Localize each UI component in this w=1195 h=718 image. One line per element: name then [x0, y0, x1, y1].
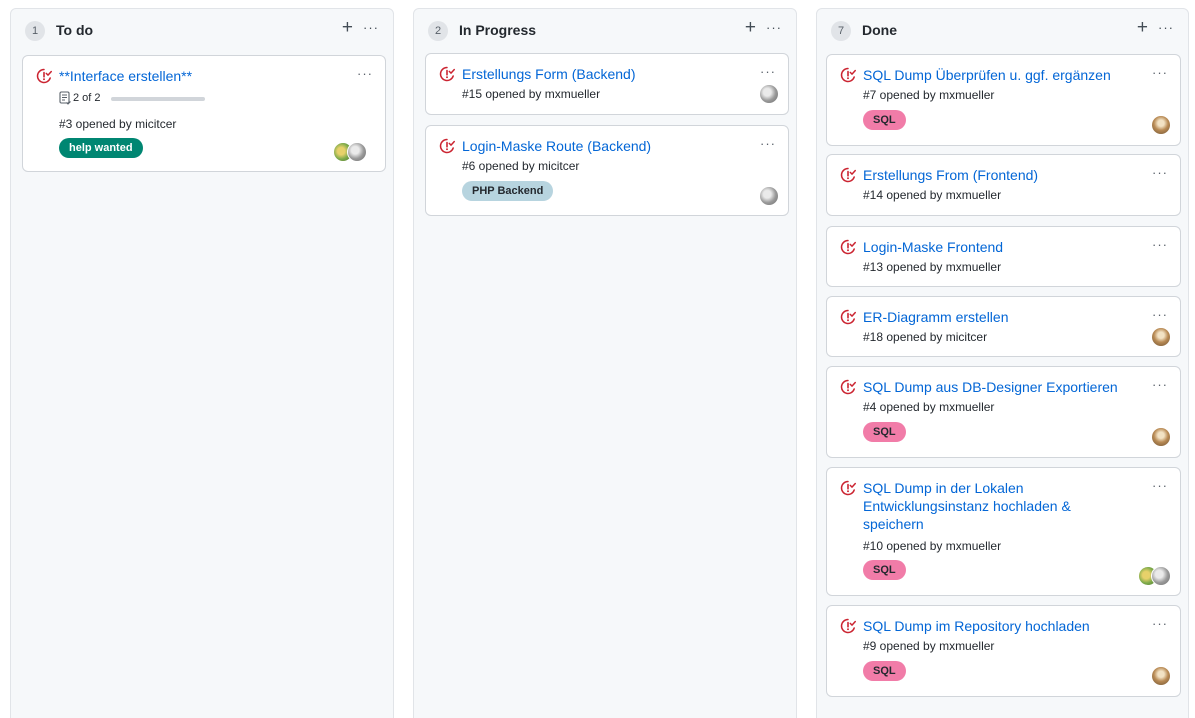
avatar[interactable]	[347, 142, 367, 162]
issue-closed-icon	[840, 167, 856, 183]
issue-opened-text: #10 opened by mxmueller	[863, 539, 1002, 553]
column-menu-button[interactable]: ···	[1158, 20, 1174, 35]
issue-card[interactable]: SQL Dump in der Lokalen Entwicklungsinst…	[826, 467, 1181, 596]
avatar[interactable]	[1151, 566, 1171, 586]
issue-title-link[interactable]: SQL Dump aus DB-Designer Exportieren	[863, 378, 1140, 396]
issue-title-link[interactable]: Erstellungs From (Frontend)	[863, 166, 1140, 184]
card-menu-button[interactable]: ···	[760, 64, 776, 79]
issue-closed-icon	[840, 379, 856, 395]
avatar[interactable]	[1152, 328, 1170, 346]
card-menu-button[interactable]: ···	[1152, 237, 1168, 252]
issue-title-link[interactable]: Login-Maske Route (Backend)	[462, 137, 742, 155]
card-menu-button[interactable]: ···	[1152, 377, 1168, 392]
card-menu-button[interactable]: ···	[357, 66, 373, 81]
issue-title-line: SQL Dump in der Lokalen	[863, 480, 1024, 496]
label-sql[interactable]: SQL	[863, 110, 906, 130]
issue-opened-text: #3 opened by micitcer	[59, 117, 177, 131]
column-title: Done	[862, 22, 897, 38]
issue-card[interactable]: ER-Diagramm erstellen ··· #18 opened by …	[826, 296, 1181, 357]
column-done: 7 Done + ··· SQL Dump Überprüfen u. ggf.…	[816, 8, 1189, 718]
issue-opened-text: #18 opened by micitcer	[863, 330, 988, 344]
column-menu-button[interactable]: ···	[766, 20, 782, 35]
issue-card[interactable]: **Interface erstellen** ··· 2 of 2 #3 op…	[22, 55, 386, 172]
issue-closed-icon	[439, 66, 455, 82]
card-menu-button[interactable]: ···	[1152, 65, 1168, 80]
issue-card[interactable]: SQL Dump im Repository hochladen ··· #9 …	[826, 605, 1181, 697]
issue-title-line: speichern	[863, 516, 924, 532]
column-title: In Progress	[459, 22, 537, 38]
card-menu-button[interactable]: ···	[1152, 165, 1168, 180]
issue-card[interactable]: Login-Maske Frontend ··· #13 opened by m…	[826, 226, 1181, 287]
avatar[interactable]	[1152, 116, 1170, 134]
column-title: To do	[56, 22, 94, 38]
column-todo: 1 To do + ··· **Interface erstellen** ··…	[10, 8, 394, 718]
issue-title-line: Entwicklungsinstanz hochladen &	[863, 498, 1071, 514]
issue-title-link[interactable]: ER-Diagramm erstellen	[863, 308, 1140, 326]
column-in-progress: 2 In Progress + ··· Erstellungs Form (Ba…	[413, 8, 797, 718]
issue-title-link[interactable]: SQL Dump Überprüfen u. ggf. ergänzen	[863, 66, 1140, 84]
card-menu-button[interactable]: ···	[1152, 307, 1168, 322]
avatar[interactable]	[1152, 428, 1170, 446]
checklist-icon	[59, 91, 71, 105]
column-menu-button[interactable]: ···	[363, 20, 379, 35]
label-sql[interactable]: SQL	[863, 422, 906, 442]
card-menu-button[interactable]: ···	[760, 136, 776, 151]
issue-closed-icon	[840, 239, 856, 255]
label-sql[interactable]: SQL	[863, 661, 906, 681]
column-card-count: 7	[831, 21, 851, 41]
column-header: 2 In Progress + ···	[414, 9, 796, 53]
add-card-button[interactable]: +	[342, 18, 353, 38]
task-progress-text: 2 of 2	[73, 92, 101, 104]
task-progress-fill	[111, 97, 205, 101]
issue-closed-icon	[840, 67, 856, 83]
issue-opened-text: #6 opened by micitcer	[462, 159, 580, 173]
issue-card[interactable]: Erstellungs From (Frontend) ··· #14 open…	[826, 154, 1181, 216]
assignee-avatars	[333, 142, 377, 162]
column-card-count: 1	[25, 21, 45, 41]
label-help-wanted[interactable]: help wanted	[59, 138, 143, 158]
issue-opened-text: #13 opened by mxmueller	[863, 260, 1002, 274]
issue-card[interactable]: Erstellungs Form (Backend) ··· #15 opene…	[425, 53, 789, 115]
add-card-button[interactable]: +	[745, 18, 756, 38]
issue-title-link[interactable]: **Interface erstellen**	[59, 67, 339, 85]
issue-closed-icon	[840, 309, 856, 325]
add-card-button[interactable]: +	[1137, 18, 1148, 38]
assignee-avatars	[1138, 566, 1172, 586]
issue-card[interactable]: SQL Dump Überprüfen u. ggf. ergänzen ···…	[826, 54, 1181, 146]
issue-title-link[interactable]: Login-Maske Frontend	[863, 238, 1140, 256]
label-php-backend[interactable]: PHP Backend	[462, 181, 554, 201]
issue-title-link[interactable]: SQL Dump in der Lokalen Entwicklungsinst…	[863, 479, 1140, 533]
issue-card[interactable]: SQL Dump aus DB-Designer Exportieren ···…	[826, 366, 1181, 458]
issue-closed-icon	[36, 68, 52, 84]
issue-opened-text: #4 opened by mxmueller	[863, 400, 995, 414]
card-menu-button[interactable]: ···	[1152, 616, 1168, 631]
issue-opened-text: #14 opened by mxmueller	[863, 188, 1002, 202]
avatar[interactable]	[1152, 667, 1170, 685]
issue-closed-icon	[439, 138, 455, 154]
issue-closed-icon	[840, 480, 856, 496]
issue-card[interactable]: Login-Maske Route (Backend) ··· #6 opene…	[425, 125, 789, 216]
column-header: 1 To do + ···	[11, 9, 393, 53]
issue-opened-text: #15 opened by mxmueller	[462, 87, 601, 101]
label-sql[interactable]: SQL	[863, 560, 906, 580]
issue-title-link[interactable]: Erstellungs Form (Backend)	[462, 65, 742, 83]
avatar[interactable]	[760, 85, 778, 103]
column-card-count: 2	[428, 21, 448, 41]
column-header: 7 Done + ···	[817, 9, 1188, 53]
card-menu-button[interactable]: ···	[1152, 478, 1168, 493]
issue-closed-icon	[840, 618, 856, 634]
avatar[interactable]	[760, 187, 778, 205]
issue-title-link[interactable]: SQL Dump im Repository hochladen	[863, 617, 1140, 635]
issue-opened-text: #9 opened by mxmueller	[863, 639, 995, 653]
task-progress-bar	[111, 97, 205, 101]
issue-opened-text: #7 opened by mxmueller	[863, 88, 995, 102]
